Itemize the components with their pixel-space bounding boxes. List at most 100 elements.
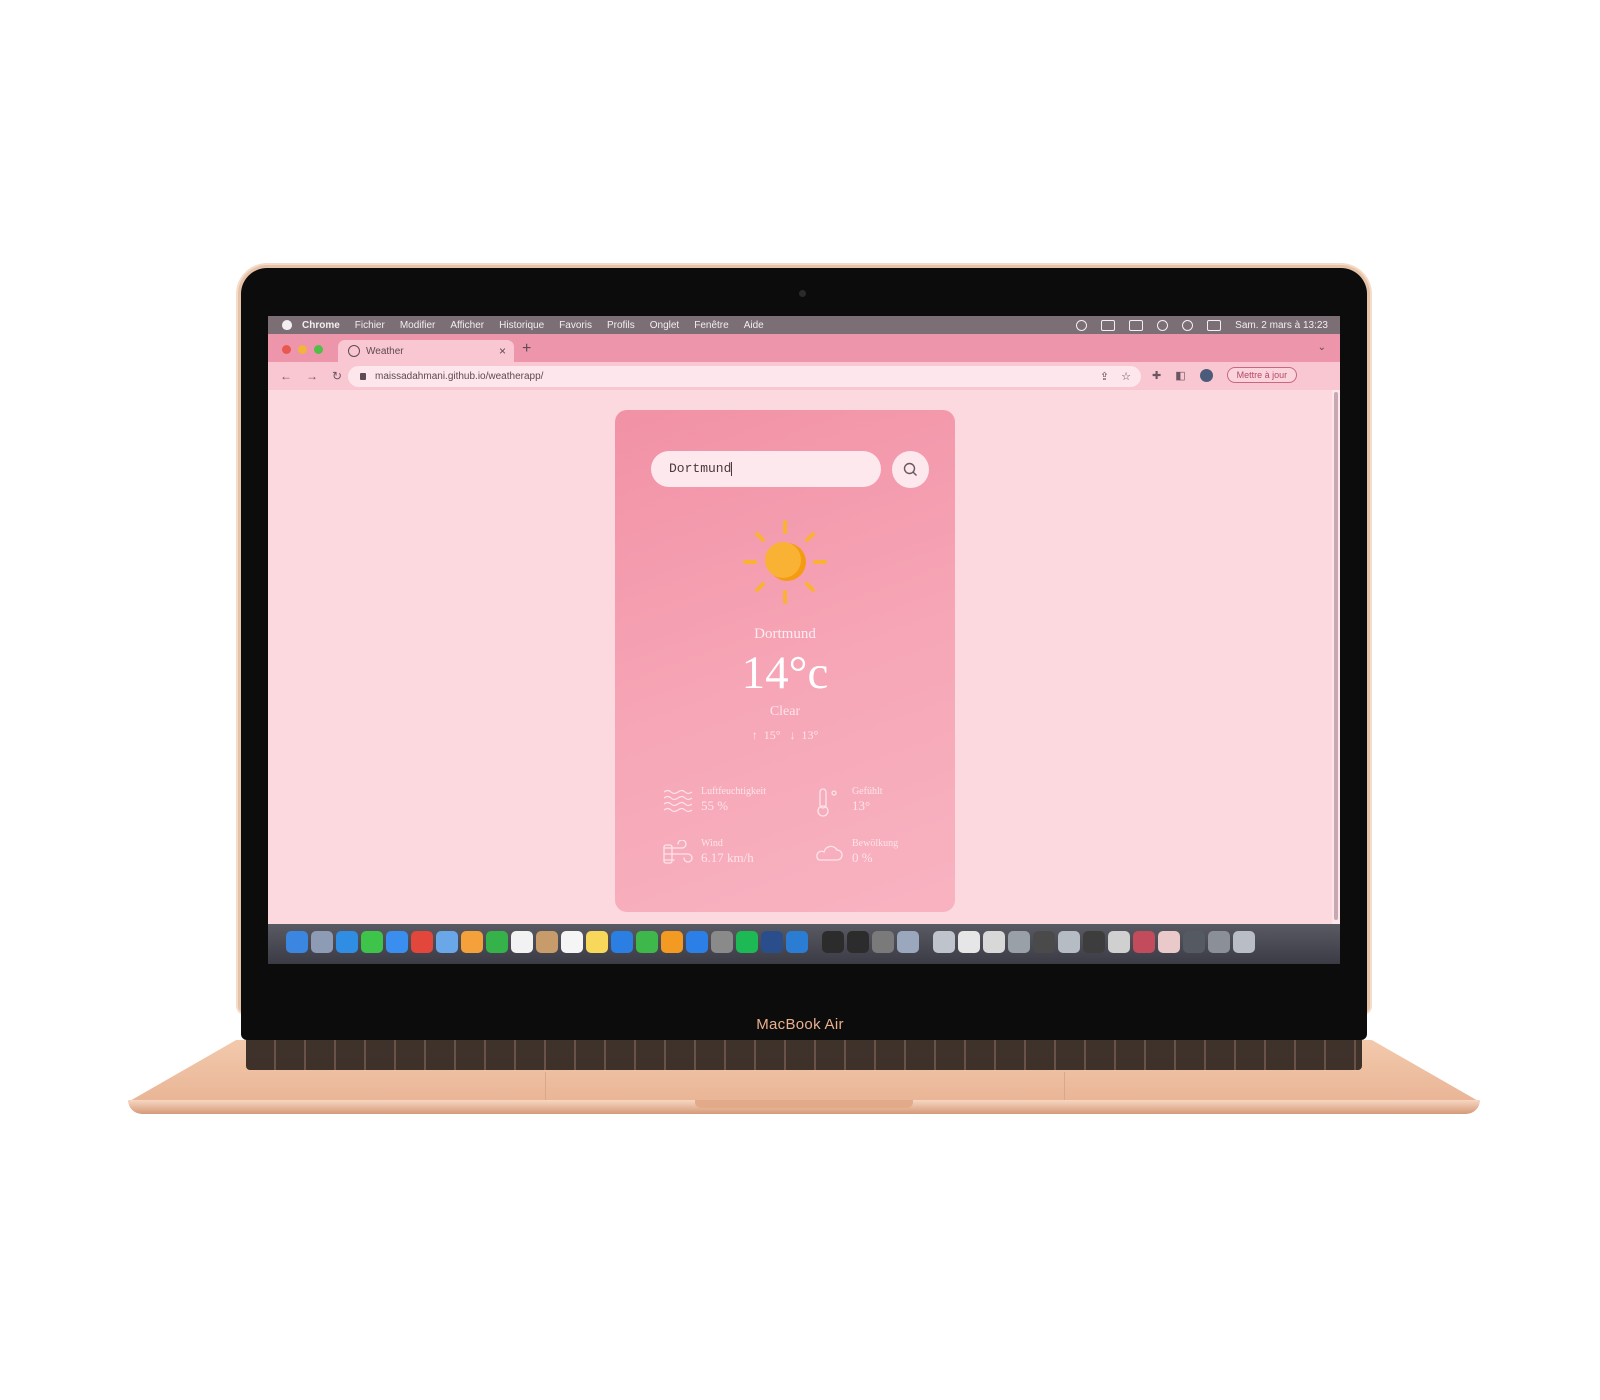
numbers-icon[interactable]: [636, 931, 658, 953]
menu-item[interactable]: Profils: [607, 320, 635, 331]
search-input-value[interactable]: Dortmund: [669, 461, 731, 476]
menu-item[interactable]: Favoris: [559, 320, 592, 331]
app-store-icon[interactable]: [686, 931, 708, 953]
terminal-icon[interactable]: [822, 931, 844, 953]
search-icon: [903, 462, 917, 476]
cloud-icon: [816, 845, 843, 861]
menu-item[interactable]: Fichier: [355, 320, 385, 331]
window-controls: [282, 345, 323, 354]
feels-like-value: 13°: [852, 798, 871, 813]
minimized-window-thumbnail[interactable]: [1133, 931, 1155, 953]
camera-icon: [799, 290, 806, 297]
app-icon[interactable]: [872, 931, 894, 953]
reminders-icon[interactable]: [561, 931, 583, 953]
minimized-window-thumbnail[interactable]: [1083, 931, 1105, 953]
clouds-stat: Bewölkung 0 %: [814, 838, 954, 872]
city-search-input[interactable]: Dortmund: [651, 451, 881, 487]
scrollbar-thumb[interactable]: [1334, 392, 1338, 920]
minimized-window-thumbnail[interactable]: [1158, 931, 1180, 953]
lock-icon[interactable]: [360, 373, 366, 380]
chrome-icon[interactable]: [411, 931, 433, 953]
maximize-window-button[interactable]: [314, 345, 323, 354]
launchpad-icon[interactable]: [311, 931, 333, 953]
screen-record-icon[interactable]: [1076, 319, 1088, 331]
page-viewport: Dortmund Dortmund 14°c Clear ↑ 15° ↓ 13°…: [268, 390, 1332, 924]
city-name: Dortmund: [754, 626, 816, 642]
apple-icon[interactable]: [282, 320, 292, 330]
url-text[interactable]: maissadahmani.github.io/weatherapp/: [375, 371, 543, 382]
new-tab-button[interactable]: +: [522, 340, 531, 358]
share-icon[interactable]: ⇪: [1100, 370, 1109, 383]
battery-icon[interactable]: [1129, 319, 1144, 331]
input-source-icon[interactable]: [1101, 319, 1116, 331]
tab-search-chevron-icon[interactable]: ⌄: [1318, 342, 1326, 353]
menu-item[interactable]: Modifier: [400, 320, 436, 331]
spotify-icon[interactable]: [736, 931, 758, 953]
browser-tab[interactable]: Weather ×: [338, 340, 514, 362]
side-panel-icon[interactable]: ◧: [1175, 369, 1185, 382]
back-arrow-icon[interactable]: ←: [280, 369, 292, 383]
menu-app-name[interactable]: Chrome: [302, 320, 340, 331]
search-button[interactable]: [892, 451, 929, 488]
vscode-icon[interactable]: [786, 931, 808, 953]
close-window-button[interactable]: [282, 345, 291, 354]
minimized-window-thumbnail[interactable]: [1208, 931, 1230, 953]
menu-item[interactable]: Onglet: [650, 320, 679, 331]
weather-card: Dortmund Dortmund 14°c Clear ↑ 15° ↓ 13°…: [615, 410, 955, 912]
browser-toolbar: ← → ↻ maissadahmani.github.io/weatherapp…: [268, 362, 1340, 390]
close-tab-icon[interactable]: ×: [499, 344, 506, 358]
wifi-icon[interactable]: [1157, 319, 1169, 331]
minimized-window-thumbnail[interactable]: [958, 931, 980, 953]
extensions-puzzle-icon[interactable]: ✚: [1152, 369, 1161, 382]
brand-label: MacBook Air: [756, 1016, 844, 1033]
page-scrollbar[interactable]: [1332, 390, 1340, 924]
finder-icon[interactable]: [286, 931, 308, 953]
safari-icon[interactable]: [336, 931, 358, 953]
update-button[interactable]: Mettre à jour: [1226, 367, 1298, 383]
menu-item[interactable]: Aide: [744, 320, 764, 331]
reload-icon[interactable]: ↻: [332, 369, 342, 383]
minimized-window-thumbnail[interactable]: [1183, 931, 1205, 953]
maps-icon[interactable]: [436, 931, 458, 953]
spotlight-search-icon[interactable]: [1182, 319, 1194, 331]
wind-label: Wind: [701, 838, 723, 849]
messages-icon[interactable]: [361, 931, 383, 953]
menubar-clock[interactable]: Sam. 2 mars à 13:23: [1235, 320, 1328, 331]
trackpad: [545, 1072, 1065, 1103]
minimized-window-thumbnail[interactable]: [1108, 931, 1130, 953]
app-icon[interactable]: [761, 931, 783, 953]
minimize-window-button[interactable]: [298, 345, 307, 354]
minimized-window-thumbnail[interactable]: [1033, 931, 1055, 953]
humidity-stat: Luftfeuchtigkeit 55 %: [663, 786, 803, 820]
minimized-window-thumbnail[interactable]: [983, 931, 1005, 953]
system-settings-icon[interactable]: [711, 931, 733, 953]
address-bar[interactable]: maissadahmani.github.io/weatherapp/ ⇪ ☆: [348, 366, 1141, 387]
mail-icon[interactable]: [386, 931, 408, 953]
keynote-icon[interactable]: [611, 931, 633, 953]
minimized-window-thumbnail[interactable]: [1008, 931, 1030, 953]
forward-arrow-icon[interactable]: →: [306, 369, 318, 383]
menu-item[interactable]: Historique: [499, 320, 544, 331]
notes-icon[interactable]: [586, 931, 608, 953]
trash-icon[interactable]: [1233, 931, 1255, 953]
mac-dock: [268, 924, 1340, 964]
minimized-window-thumbnail[interactable]: [1058, 931, 1080, 953]
control-center-icon[interactable]: [1207, 319, 1222, 331]
photos-icon[interactable]: [461, 931, 483, 953]
pages-icon[interactable]: [661, 931, 683, 953]
profile-avatar[interactable]: [1199, 368, 1213, 382]
mac-menubar: Chrome Fichier Modifier Afficher Histori…: [268, 316, 1340, 334]
calendar-icon[interactable]: [511, 931, 533, 953]
preview-icon[interactable]: [897, 931, 919, 953]
bookmark-star-icon[interactable]: ☆: [1121, 370, 1131, 383]
contacts-icon[interactable]: [536, 931, 558, 953]
arrow-up-icon: ↑: [751, 728, 758, 742]
menu-item[interactable]: Fenêtre: [694, 320, 728, 331]
terminal-window-icon[interactable]: [847, 931, 869, 953]
minimized-window-thumbnail[interactable]: [933, 931, 955, 953]
facetime-icon[interactable]: [486, 931, 508, 953]
globe-icon: [348, 345, 360, 357]
min-temperature: 13°: [801, 728, 819, 742]
menu-item[interactable]: Afficher: [450, 320, 484, 331]
thermometer-icon: [817, 788, 837, 817]
